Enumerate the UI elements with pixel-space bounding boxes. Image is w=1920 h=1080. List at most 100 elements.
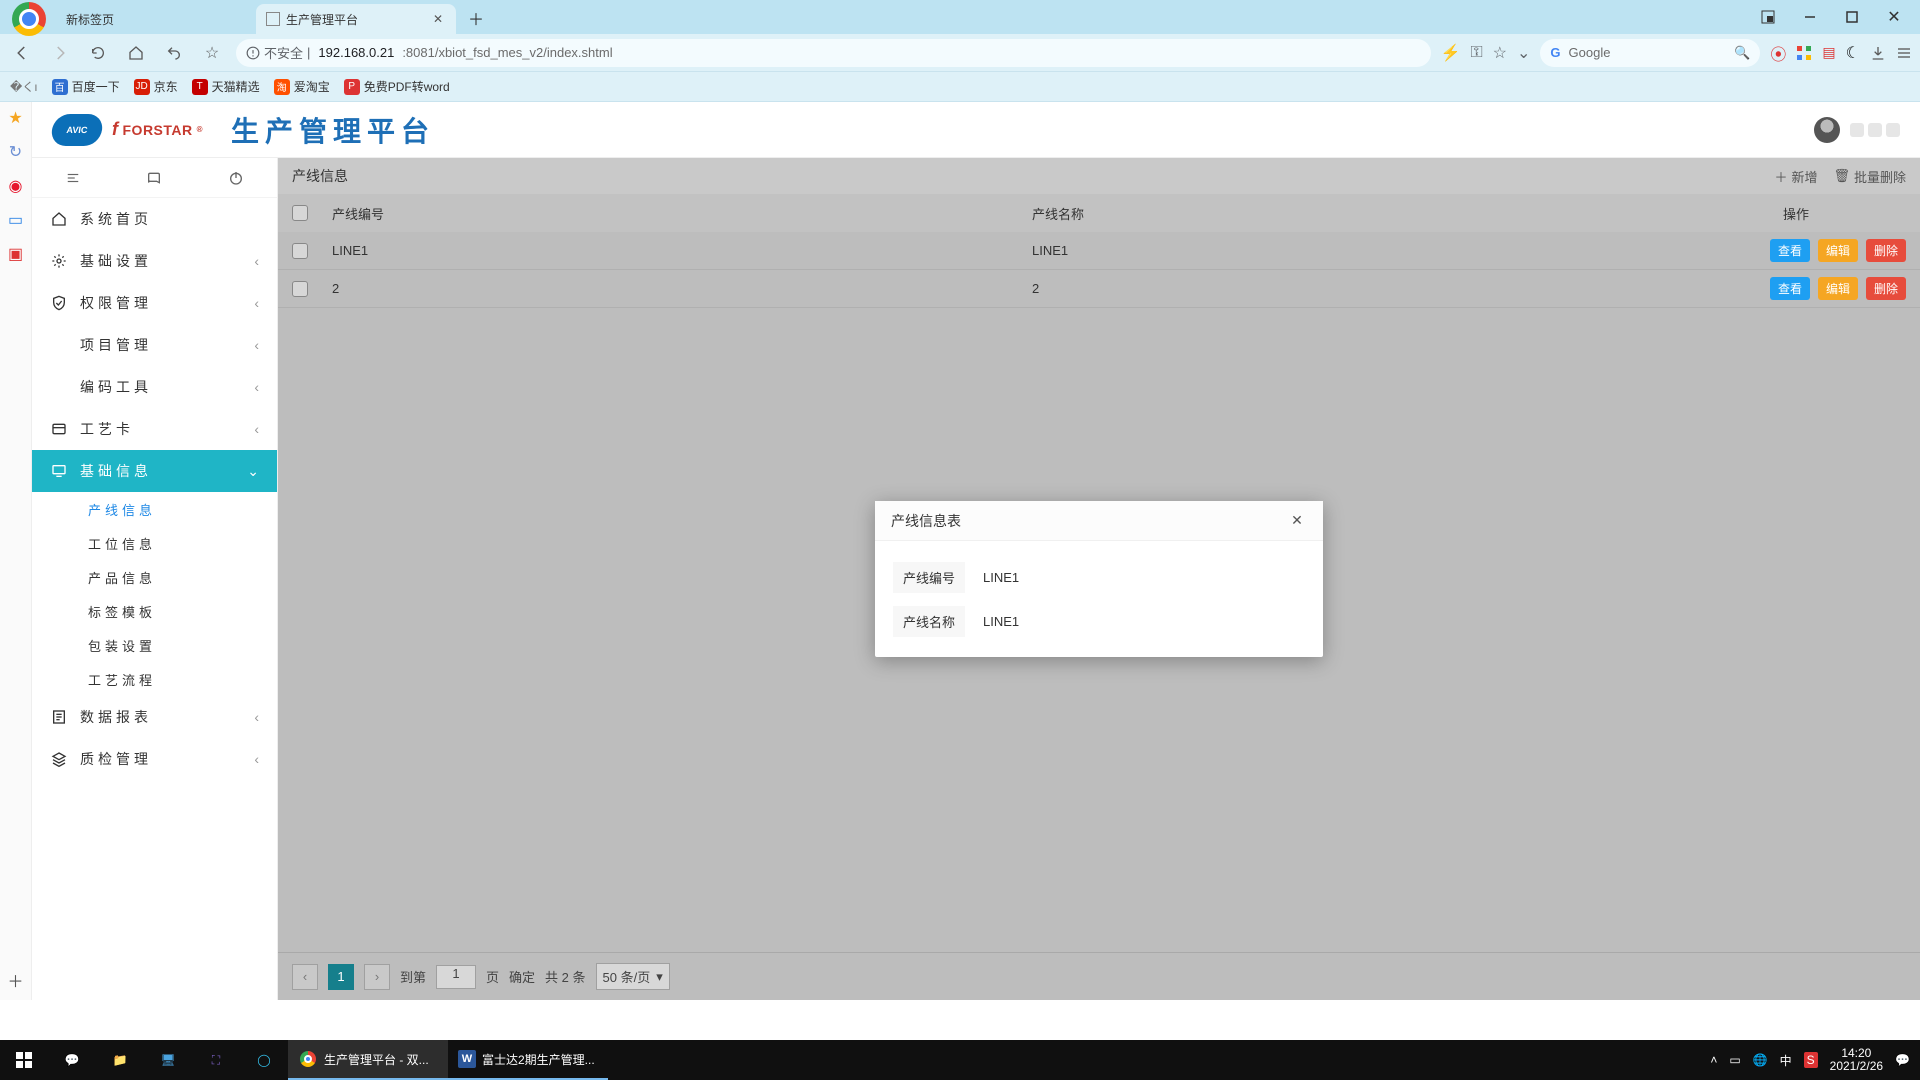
- sidebar-item-label: 基础设置: [80, 251, 152, 271]
- window-pip-button[interactable]: [1748, 3, 1788, 31]
- taskbar-pin-app[interactable]: ⛶: [192, 1040, 240, 1080]
- tray-network-icon[interactable]: 🌐: [1753, 1053, 1768, 1067]
- tray-battery-icon[interactable]: ▭: [1729, 1053, 1740, 1067]
- pdf-icon[interactable]: ▤: [1822, 44, 1835, 61]
- batch-delete-button[interactable]: 🗑批量删除: [1833, 167, 1906, 186]
- menu-icon[interactable]: [1896, 45, 1912, 61]
- ext-history-icon[interactable]: ↻: [6, 142, 26, 162]
- new-tab-button[interactable]: ＋: [462, 4, 490, 32]
- goto-confirm-button[interactable]: 确定: [509, 967, 535, 986]
- window-close-button[interactable]: ✕: [1874, 3, 1914, 31]
- chevron-down-icon[interactable]: ⌄: [1517, 43, 1530, 63]
- browser-tab[interactable]: 新标签页: [56, 4, 256, 34]
- taskbar-app-word[interactable]: W 富士达2期生产管理...: [448, 1040, 608, 1080]
- ext-doc-icon[interactable]: ▣: [6, 244, 26, 264]
- modal-title: 产线信息表: [891, 511, 961, 531]
- taskbar-pin-edge[interactable]: ◯: [240, 1040, 288, 1080]
- key-icon[interactable]: ⚿: [1470, 44, 1482, 62]
- sidebar-item[interactable]: 基础信息⌄: [32, 450, 277, 492]
- bookmark-item[interactable]: P免费PDF转word: [344, 78, 450, 95]
- address-bar[interactable]: 不安全 | 192.168.0.21:8081/xbiot_fsd_mes_v2…: [236, 39, 1431, 67]
- ext-wallet-icon[interactable]: ▭: [6, 210, 26, 230]
- view-button[interactable]: 查看: [1770, 239, 1810, 262]
- ext-favorites-icon[interactable]: ★: [6, 108, 26, 128]
- search-icon[interactable]: 🔍: [1734, 45, 1750, 61]
- view-button[interactable]: 查看: [1770, 277, 1810, 300]
- tray-clock[interactable]: 14:20 2021/2/26: [1830, 1047, 1883, 1073]
- sidebar-item[interactable]: 数据报表‹: [32, 696, 277, 738]
- back-button[interactable]: [8, 39, 36, 67]
- forward-button[interactable]: [46, 39, 74, 67]
- sidebar-item[interactable]: 工艺卡‹: [32, 408, 277, 450]
- flash-icon[interactable]: ⚡: [1441, 43, 1461, 63]
- chevron-left-icon: ‹: [254, 253, 259, 269]
- bookmarks-collapse-icon[interactable]: �くı: [10, 78, 38, 95]
- start-button[interactable]: [0, 1040, 48, 1080]
- sidebar-item[interactable]: 系统首页: [32, 198, 277, 240]
- goto-page-input[interactable]: 1: [436, 965, 476, 989]
- star-icon[interactable]: ☆: [1493, 43, 1507, 63]
- reload-button[interactable]: [84, 39, 112, 67]
- ext-weibo-icon[interactable]: ◉: [6, 176, 26, 196]
- extension-icon[interactable]: ⦿: [1770, 41, 1786, 65]
- add-extension-button[interactable]: ＋: [6, 970, 26, 990]
- browser-tab[interactable]: 生产管理平台 ✕: [256, 4, 456, 34]
- dark-mode-icon[interactable]: ☾: [1846, 43, 1860, 63]
- bookmark-item[interactable]: 淘爱淘宝: [274, 78, 330, 95]
- bookmark-item[interactable]: T天猫精选: [192, 78, 260, 95]
- sidebar-power-button[interactable]: [196, 170, 277, 186]
- page-current[interactable]: 1: [328, 964, 354, 990]
- tray-notifications-icon[interactable]: 💬: [1895, 1053, 1910, 1067]
- row-checkbox[interactable]: [292, 243, 308, 259]
- sidebar-item[interactable]: 权限管理‹: [32, 282, 277, 324]
- delete-button[interactable]: 删除: [1866, 239, 1906, 262]
- sidebar-item[interactable]: 编码工具‹: [32, 366, 277, 408]
- tray-chevron-up-icon[interactable]: ˄: [1710, 1053, 1717, 1067]
- sidebar-help-button[interactable]: [114, 170, 195, 186]
- sidebar-subitem[interactable]: 工艺流程: [32, 662, 277, 696]
- undo-button[interactable]: [160, 39, 188, 67]
- delete-button[interactable]: 删除: [1866, 277, 1906, 300]
- select-all-checkbox[interactable]: [292, 205, 308, 221]
- taskbar-pin-app[interactable]: 🖥: [144, 1040, 192, 1080]
- edit-button[interactable]: 编辑: [1818, 239, 1858, 262]
- tray-input-icon[interactable]: S: [1804, 1052, 1818, 1068]
- home-button[interactable]: [122, 39, 150, 67]
- row-checkbox[interactable]: [292, 281, 308, 297]
- taskbar-pin-explorer[interactable]: 📁: [96, 1040, 144, 1080]
- page-size-select[interactable]: 50 条/页▾: [596, 963, 670, 990]
- add-button[interactable]: ＋新增: [1774, 167, 1817, 186]
- edit-button[interactable]: 编辑: [1818, 277, 1858, 300]
- search-engine-box[interactable]: G Google 🔍: [1540, 39, 1760, 67]
- window-minimize-button[interactable]: [1790, 3, 1830, 31]
- chrome-profile-icon[interactable]: [12, 2, 46, 36]
- modal-close-button[interactable]: ✕: [1287, 511, 1307, 531]
- sidebar-item[interactable]: 基础设置 ‹: [32, 240, 277, 282]
- bookmark-star-button[interactable]: ☆: [198, 39, 226, 67]
- header-quick-actions[interactable]: [1850, 123, 1900, 137]
- taskbar-pin-cortana[interactable]: 💬: [48, 1040, 96, 1080]
- sidebar-subitem[interactable]: 包装设置: [32, 628, 277, 662]
- chevron-left-icon: ‹: [254, 295, 259, 311]
- page-prev-button[interactable]: ‹: [292, 964, 318, 990]
- sidebar-subitem[interactable]: 产品信息: [32, 560, 277, 594]
- sidebar-collapse-button[interactable]: [32, 171, 113, 185]
- downloads-icon[interactable]: [1870, 45, 1886, 61]
- sidebar-subitem[interactable]: 产线信息: [32, 492, 277, 526]
- apps-icon[interactable]: [1796, 45, 1812, 61]
- app-sidebar: 系统首页基础设置‹权限管理‹项目管理‹编码工具‹工艺卡‹基础信息⌄产线信息工位信…: [32, 158, 278, 1000]
- bookmark-item[interactable]: 百百度一下: [52, 78, 120, 95]
- bookmark-item[interactable]: JD京东: [134, 78, 178, 95]
- sidebar-item[interactable]: 项目管理‹: [32, 324, 277, 366]
- sidebar-subitem[interactable]: 标签模板: [32, 594, 277, 628]
- sidebar-item[interactable]: 质检管理‹: [32, 738, 277, 780]
- taskbar-app-chrome[interactable]: 生产管理平台 - 双...: [288, 1040, 448, 1080]
- close-icon[interactable]: ✕: [430, 11, 446, 27]
- tray-ime-icon[interactable]: 中: [1780, 1052, 1792, 1069]
- page-next-button[interactable]: ›: [364, 964, 390, 990]
- sidebar-subitem[interactable]: 工位信息: [32, 526, 277, 560]
- chevron-down-icon: ▾: [656, 969, 663, 985]
- user-avatar[interactable]: [1814, 117, 1840, 143]
- word-icon: W: [458, 1050, 476, 1068]
- window-maximize-button[interactable]: [1832, 3, 1872, 31]
